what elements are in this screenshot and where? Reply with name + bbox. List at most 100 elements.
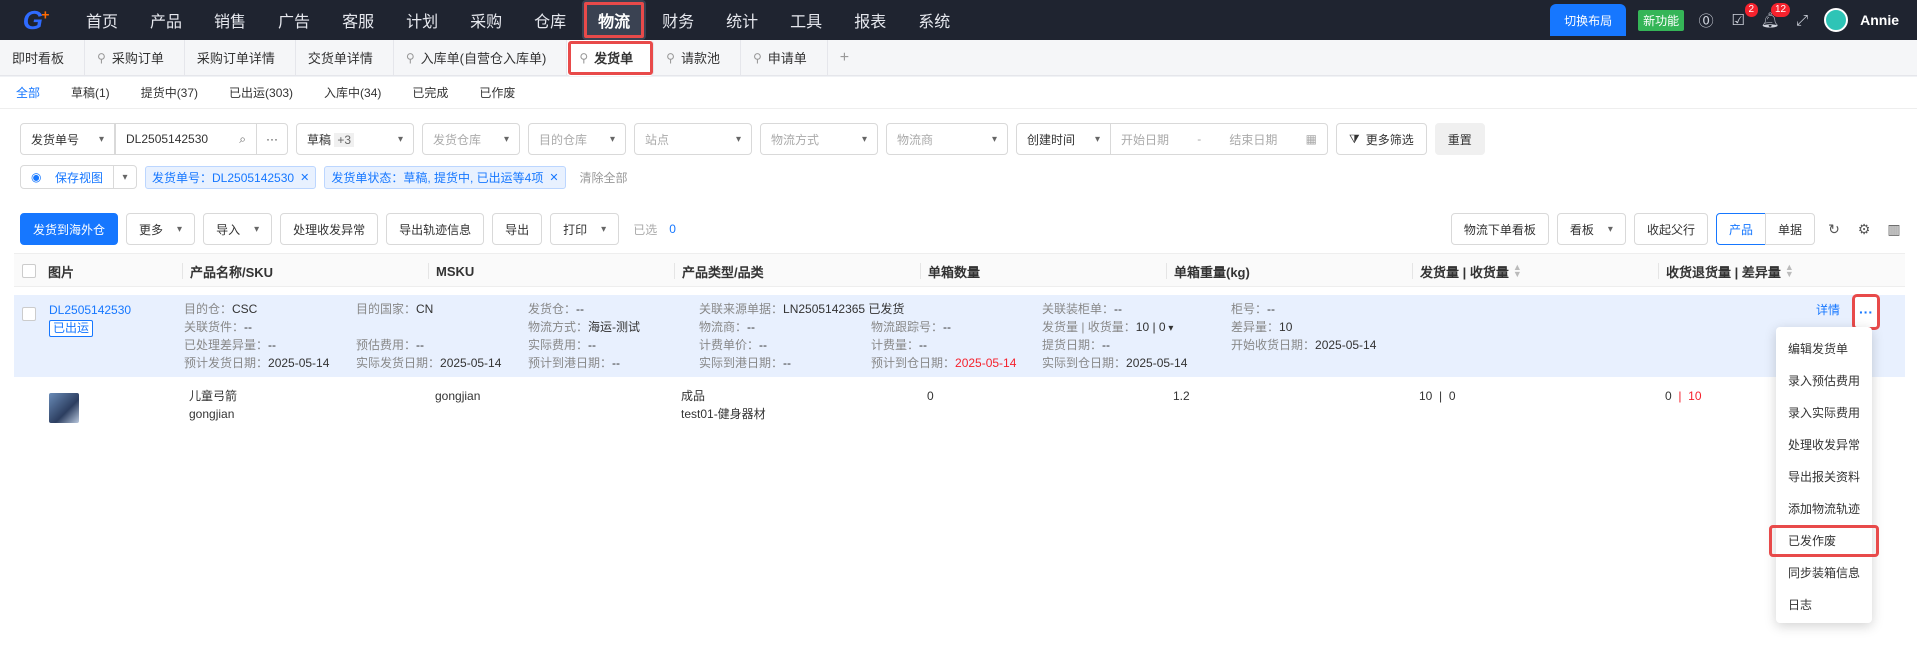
more-button[interactable]: 更多 ▾ bbox=[126, 213, 196, 245]
export-button[interactable]: 导出 bbox=[492, 213, 543, 245]
view-order-toggle[interactable]: 单据 bbox=[1764, 213, 1815, 245]
status-tab-2[interactable]: 提货中(37) bbox=[141, 84, 198, 101]
order-id-link[interactable]: DL2505142530 bbox=[49, 301, 131, 319]
product-thumbnail[interactable] bbox=[49, 393, 79, 423]
user-name[interactable]: Annie bbox=[1860, 12, 1899, 28]
view-product-toggle[interactable]: 产品 bbox=[1715, 213, 1766, 245]
nav-item-5[interactable]: 计划 bbox=[390, 0, 454, 40]
nav-item-9[interactable]: 财务 bbox=[646, 0, 710, 40]
view-dropdown[interactable]: ▾ bbox=[113, 165, 137, 189]
ship-overseas-button[interactable]: 发货到海外仓 bbox=[20, 213, 119, 245]
reset-button[interactable]: 重置 bbox=[1434, 123, 1485, 155]
nav-item-12[interactable]: 报表 bbox=[838, 0, 902, 40]
menu-item-6[interactable]: 已发作废 bbox=[1769, 525, 1879, 557]
nav-item-3[interactable]: 广告 bbox=[262, 0, 326, 40]
date-range-picker[interactable]: 开始日期 - 结束日期 ▦ bbox=[1110, 123, 1328, 155]
search-icon[interactable]: ⌕ bbox=[239, 132, 246, 147]
collapse-parent-button[interactable]: 收起父行 bbox=[1633, 213, 1708, 245]
row-checkbox[interactable] bbox=[22, 307, 36, 321]
pin-icon[interactable]: ⚲ bbox=[579, 51, 588, 65]
menu-item-2[interactable]: 录入实际费用 bbox=[1776, 397, 1872, 429]
print-button[interactable]: 打印 ▾ bbox=[550, 213, 620, 245]
nav-item-2[interactable]: 销售 bbox=[198, 0, 262, 40]
columns-icon[interactable]: ▥ bbox=[1883, 221, 1905, 238]
ship-warehouse-select[interactable]: 发货仓库 ▾ bbox=[422, 123, 520, 155]
select-all-checkbox[interactable] bbox=[22, 254, 36, 288]
more-options-icon[interactable]: ··· bbox=[256, 123, 288, 155]
details-link[interactable]: 详情 bbox=[1816, 301, 1840, 319]
page-tab-0[interactable]: 即时看板 bbox=[0, 39, 86, 76]
nav-item-4[interactable]: 客服 bbox=[326, 0, 390, 40]
menu-item-3[interactable]: 处理收发异常 bbox=[1776, 429, 1872, 461]
dest-warehouse-select[interactable]: 目的仓库 ▾ bbox=[528, 123, 626, 155]
nav-item-13[interactable]: 系统 bbox=[902, 0, 966, 40]
close-icon[interactable]: ✕ bbox=[549, 171, 558, 184]
app-logo[interactable]: G+ bbox=[0, 0, 70, 40]
menu-item-4[interactable]: 导出报关资料 bbox=[1776, 461, 1872, 493]
chevron-down-icon: ▾ bbox=[1094, 133, 1100, 145]
menu-item-1[interactable]: 录入预估费用 bbox=[1776, 365, 1872, 397]
nav-item-6[interactable]: 采购 bbox=[454, 0, 518, 40]
page-tab-2[interactable]: 采购订单详情 bbox=[185, 39, 296, 76]
row-more-actions-button[interactable]: ··· bbox=[1852, 294, 1880, 330]
time-type-select[interactable]: 创建时间 ▾ bbox=[1016, 123, 1111, 155]
more-filters-button[interactable]: ⧩ 更多筛选 bbox=[1336, 123, 1427, 155]
pin-icon[interactable]: ⚲ bbox=[753, 51, 762, 65]
page-tab-5[interactable]: ⚲ 发货单 bbox=[567, 39, 655, 76]
add-tab-icon[interactable]: + bbox=[828, 40, 869, 76]
menu-item-5[interactable]: 添加物流轨迹 bbox=[1776, 493, 1872, 525]
status-tab-1[interactable]: 草稿(1) bbox=[71, 84, 110, 101]
status-tab-4[interactable]: 入库中(34) bbox=[324, 84, 381, 101]
nav-item-1[interactable]: 产品 bbox=[134, 0, 198, 40]
status-select[interactable]: 草稿 +3 ▾ bbox=[296, 123, 414, 155]
nav-item-0[interactable]: 首页 bbox=[70, 0, 134, 40]
board-button[interactable]: 看板 ▾ bbox=[1556, 213, 1626, 245]
status-tab-0[interactable]: 全部 bbox=[16, 84, 40, 101]
chevron-down-icon[interactable]: ▾ bbox=[1166, 323, 1173, 334]
help-icon[interactable]: ⓪ bbox=[1696, 10, 1716, 31]
search-field-select[interactable]: 发货单号 ▾ bbox=[20, 123, 115, 155]
status-tab-5[interactable]: 已完成 bbox=[412, 84, 448, 101]
close-icon[interactable]: ✕ bbox=[300, 171, 309, 184]
avatar[interactable] bbox=[1824, 8, 1849, 32]
menu-item-0[interactable]: 编辑发货单 bbox=[1776, 333, 1872, 365]
status-tab-3[interactable]: 已出运(303) bbox=[229, 84, 293, 101]
switch-layout-button[interactable]: 切换布局 bbox=[1550, 4, 1627, 36]
nav-item-8[interactable]: 物流 bbox=[582, 0, 647, 40]
new-feature-badge[interactable]: 新功能 bbox=[1638, 9, 1685, 31]
nav-item-11[interactable]: 工具 bbox=[774, 0, 838, 40]
save-view-button[interactable]: ◉ 保存视图 bbox=[20, 165, 114, 189]
logistics-method-select[interactable]: 物流方式 ▾ bbox=[760, 123, 878, 155]
col-return-diff[interactable]: 收货退货量 | 差异量 ▲ ▼ bbox=[1658, 254, 1794, 288]
page-tab-6[interactable]: ⚲ 请款池 bbox=[654, 39, 741, 76]
export-track-button[interactable]: 导出轨迹信息 bbox=[386, 213, 485, 245]
nav-item-7[interactable]: 仓库 bbox=[518, 0, 582, 40]
page-tab-7[interactable]: ⚲ 申请单 bbox=[741, 39, 828, 76]
logistics-board-button[interactable]: 物流下单看板 bbox=[1450, 213, 1549, 245]
pin-icon[interactable]: ⚲ bbox=[97, 51, 106, 65]
site-select[interactable]: 站点 ▾ bbox=[634, 123, 752, 155]
col-ship-recv[interactable]: 发货量 | 收货量 ▲ ▼ bbox=[1412, 254, 1522, 288]
sort-icon[interactable]: ▲ ▼ bbox=[1785, 263, 1794, 279]
nav-item-10[interactable]: 统计 bbox=[710, 0, 774, 40]
refresh-icon[interactable]: ↻ bbox=[1823, 221, 1845, 238]
sort-icon[interactable]: ▲ ▼ bbox=[1513, 263, 1522, 279]
import-button[interactable]: 导入 ▾ bbox=[203, 213, 273, 245]
clear-all-link[interactable]: 清除全部 bbox=[580, 169, 628, 186]
order-field-est-fee: 预估费用：-- bbox=[356, 338, 425, 352]
gear-icon[interactable]: ⚙ bbox=[1853, 221, 1875, 238]
fullscreen-icon[interactable]: ⤢ bbox=[1792, 12, 1812, 29]
bell-icon[interactable]: 🔔︎ 12 bbox=[1760, 3, 1791, 29]
page-tab-3[interactable]: 交货单详情 bbox=[296, 39, 394, 76]
handle-exception-button[interactable]: 处理收发异常 bbox=[280, 213, 379, 245]
status-tab-6[interactable]: 已作废 bbox=[479, 84, 515, 101]
pin-icon[interactable]: ⚲ bbox=[666, 51, 675, 65]
menu-item-7[interactable]: 同步装箱信息 bbox=[1776, 557, 1872, 589]
carrier-select[interactable]: 物流商 ▾ bbox=[886, 123, 1008, 155]
page-tab-1[interactable]: ⚲ 采购订单 bbox=[85, 39, 185, 76]
pin-icon[interactable]: ⚲ bbox=[406, 51, 415, 65]
menu-item-8[interactable]: 日志 bbox=[1776, 589, 1872, 621]
search-input[interactable]: DL2505142530 ⌕ bbox=[115, 123, 257, 155]
task-icon[interactable]: ☑ 2 bbox=[1728, 3, 1759, 29]
page-tab-4[interactable]: ⚲ 入库单(自营仓入库单) bbox=[394, 39, 568, 76]
